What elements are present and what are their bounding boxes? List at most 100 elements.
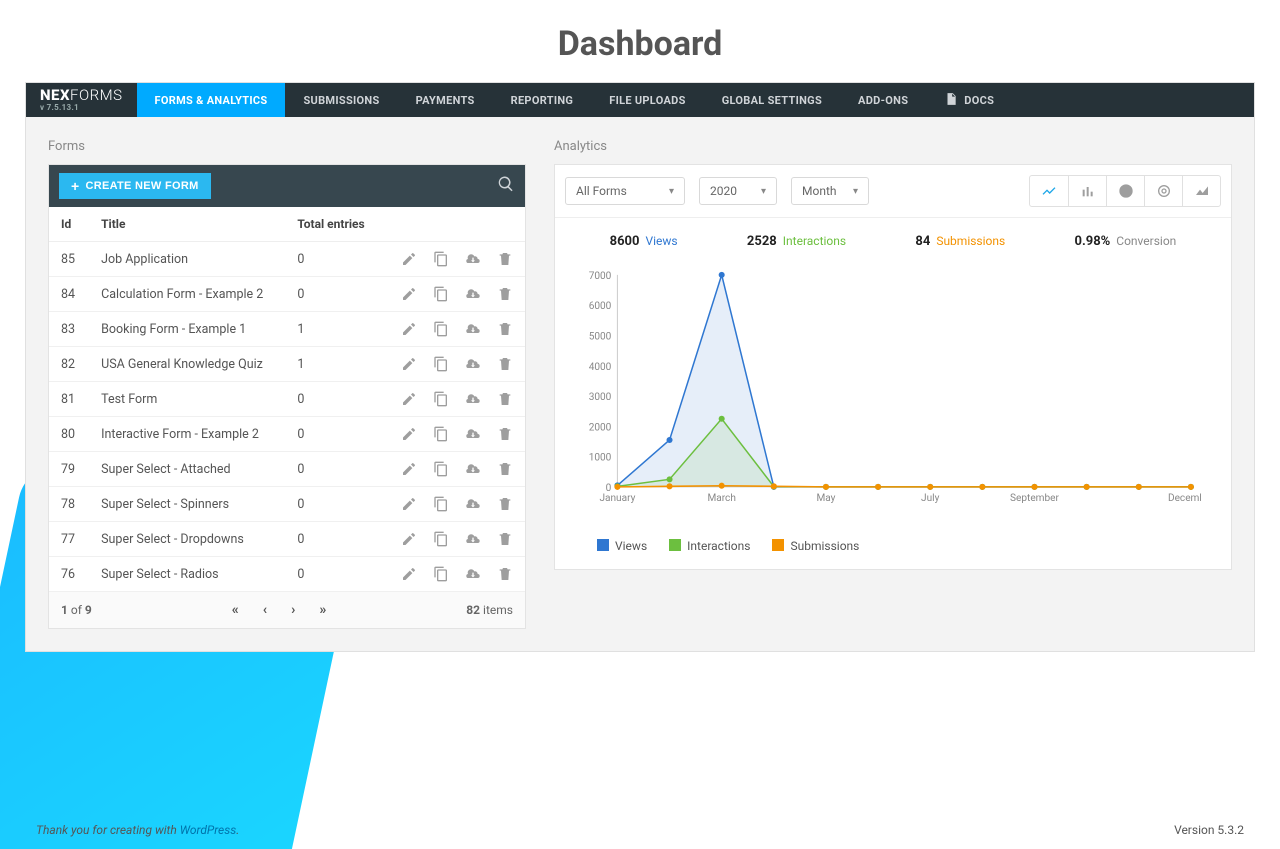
download-icon[interactable] [465,496,481,512]
duplicate-icon[interactable] [433,356,449,372]
pager-last-icon[interactable]: » [319,602,326,618]
delete-icon[interactable] [497,531,513,547]
doc-icon [944,92,958,109]
download-icon[interactable] [465,426,481,442]
chevron-down-icon: ▾ [761,186,766,197]
svg-text:March: March [707,493,735,504]
delete-icon[interactable] [497,426,513,442]
search-icon[interactable] [497,175,515,198]
table-row[interactable]: 82USA General Knowledge Quiz1 [49,347,525,382]
pager-next-icon[interactable]: › [291,602,295,618]
nav-addons[interactable]: ADD-ONS [840,83,926,117]
chart-type-pie[interactable] [1106,176,1144,206]
create-form-button[interactable]: + CREATE NEW FORM [59,173,211,199]
delete-icon[interactable] [497,321,513,337]
table-row[interactable]: 80Interactive Form - Example 20 [49,417,525,452]
edit-icon[interactable] [401,286,417,302]
cell-id: 76 [49,557,89,592]
duplicate-icon[interactable] [433,286,449,302]
delete-icon[interactable] [497,391,513,407]
edit-icon[interactable] [401,426,417,442]
cell-entries: 0 [285,417,381,452]
svg-text:May: May [816,493,835,504]
table-row[interactable]: 84Calculation Form - Example 20 [49,277,525,312]
duplicate-icon[interactable] [433,566,449,582]
cell-title: Super Select - Attached [89,452,285,487]
download-icon[interactable] [465,321,481,337]
svg-text:5000: 5000 [589,332,612,343]
nav-reporting[interactable]: REPORTING [493,83,592,117]
nav-file-uploads[interactable]: FILE UPLOADS [591,83,703,117]
duplicate-icon[interactable] [433,461,449,477]
cell-entries: 0 [285,452,381,487]
edit-icon[interactable] [401,251,417,267]
cell-entries: 0 [285,242,381,277]
stat-interactions-label: Interactions [783,234,846,248]
chart-type-bar[interactable] [1068,176,1106,206]
download-icon[interactable] [465,356,481,372]
duplicate-icon[interactable] [433,531,449,547]
chevron-down-icon: ▾ [853,186,858,197]
stat-interactions-value: 2528 [747,234,777,249]
edit-icon[interactable] [401,566,417,582]
footer-version: Version 5.3.2 [1174,823,1244,837]
table-row[interactable]: 81Test Form0 [49,382,525,417]
cell-id: 82 [49,347,89,382]
edit-icon[interactable] [401,461,417,477]
pager-first-icon[interactable]: « [232,602,239,618]
svg-text:July: July [921,493,940,504]
svg-text:6000: 6000 [589,301,612,312]
delete-icon[interactable] [497,251,513,267]
delete-icon[interactable] [497,496,513,512]
delete-icon[interactable] [497,286,513,302]
delete-icon[interactable] [497,566,513,582]
filter-year-select[interactable]: 2020▾ [699,177,777,205]
topbar: NEXFORMS v 7.5.13.1 FORMS & ANALYTICSSUB… [26,83,1254,117]
cell-entries: 1 [285,347,381,382]
table-row[interactable]: 83Booking Form - Example 11 [49,312,525,347]
table-row[interactable]: 76Super Select - Radios0 [49,557,525,592]
nav-payments[interactable]: PAYMENTS [398,83,493,117]
analytics-chart: 01000200030004000500060007000JanuaryMarc… [575,261,1201,521]
download-icon[interactable] [465,391,481,407]
nav-global-settings[interactable]: GLOBAL SETTINGS [704,83,840,117]
nav-submissions[interactable]: SUBMISSIONS [285,83,397,117]
table-row[interactable]: 79Super Select - Attached0 [49,452,525,487]
nav-forms-analytics[interactable]: FORMS & ANALYTICS [137,83,286,117]
chart-type-donut[interactable] [1144,176,1182,206]
cell-title: Interactive Form - Example 2 [89,417,285,452]
duplicate-icon[interactable] [433,496,449,512]
table-row[interactable]: 77Super Select - Dropdowns0 [49,522,525,557]
edit-icon[interactable] [401,531,417,547]
nav-docs[interactable]: DOCS [926,83,1012,117]
edit-icon[interactable] [401,356,417,372]
filter-forms-select[interactable]: All Forms▾ [565,177,685,205]
download-icon[interactable] [465,251,481,267]
delete-icon[interactable] [497,461,513,477]
edit-icon[interactable] [401,391,417,407]
duplicate-icon[interactable] [433,426,449,442]
stat-conversion-value: 0.98% [1075,234,1111,249]
download-icon[interactable] [465,286,481,302]
stat-submissions-value: 84 [915,234,930,249]
download-icon[interactable] [465,461,481,477]
filter-period-select[interactable]: Month▾ [791,177,869,205]
wordpress-link[interactable]: WordPress [180,823,237,837]
edit-icon[interactable] [401,321,417,337]
cell-entries: 0 [285,487,381,522]
table-row[interactable]: 78Super Select - Spinners0 [49,487,525,522]
duplicate-icon[interactable] [433,391,449,407]
svg-text:January: January [599,493,635,504]
edit-icon[interactable] [401,496,417,512]
delete-icon[interactable] [497,356,513,372]
table-row[interactable]: 85Job Application0 [49,242,525,277]
download-icon[interactable] [465,531,481,547]
duplicate-icon[interactable] [433,251,449,267]
chart-type-line[interactable] [1030,176,1068,206]
download-icon[interactable] [465,566,481,582]
cell-entries: 0 [285,382,381,417]
pager-prev-icon[interactable]: ‹ [263,602,267,618]
chart-type-area[interactable] [1182,176,1220,206]
stat-views-label: Views [645,234,677,248]
duplicate-icon[interactable] [433,321,449,337]
